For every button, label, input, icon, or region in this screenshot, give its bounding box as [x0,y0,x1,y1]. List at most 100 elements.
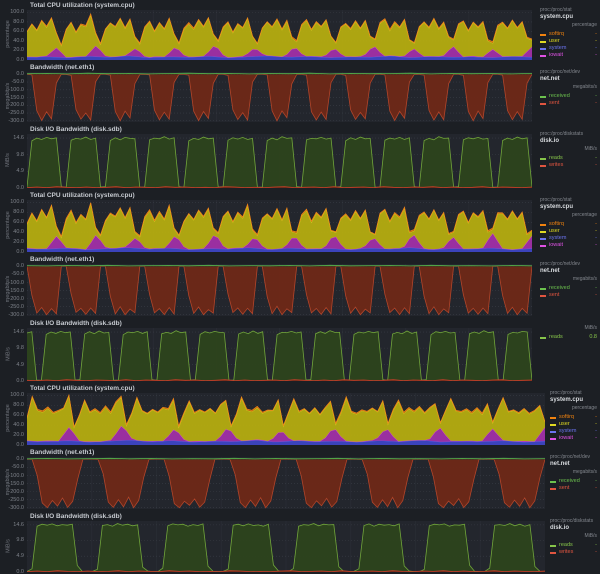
y-tick-label: -200.0 [8,102,24,109]
legend-plugin-label: proc:/proc/net/dev [540,261,581,267]
legend-item-reads[interactable]: reads 0.8 [540,334,597,341]
legend-item-softirq[interactable]: softirq - [540,221,597,228]
legend-plugin-label: proc:/proc/diskstats [540,131,584,137]
chart-title: Disk I/O Bandwidth (disk.sdb) [30,320,122,327]
y-tick-label: 40.0 [13,422,24,429]
chart-title: Bandwidth (net.eth1) [30,449,95,456]
legend-item-label: received [549,285,570,291]
chart-canvas-net-2[interactable] [27,264,532,316]
y-tick-label: -50.0 [11,464,24,471]
legend-item-iowait[interactable]: iowait - [540,242,597,249]
legend-item-user[interactable]: user - [540,228,597,235]
legend-swatch-icon [540,244,546,247]
legend-item-label: user [549,38,560,44]
y-tick-label: -150.0 [8,287,24,294]
legend-item-value: - [595,242,597,248]
y-tick-label: 9.8 [16,151,24,158]
chart-canvas-disk-1[interactable] [27,134,532,188]
legend-item-received[interactable]: received - [540,93,597,100]
legend-plugin-label: proc:/proc/net/dev [550,454,591,460]
y-tick-label: 14.6 [13,329,24,336]
legend-item-value: - [595,45,597,51]
chart-title: Disk I/O Bandwidth (disk.sdb) [30,126,122,133]
legend-item-iowait[interactable]: iowait - [540,52,597,59]
y-tick-label: -300.0 [8,117,24,124]
chart-legend: MiB/s reads 0.8 [540,325,597,341]
chart-panel-net-3: Bandwidth (net.eth1) megabits/s 0.0 -50.0 -1… [0,447,600,511]
legend-unit-label: MiB/s [584,533,598,539]
legend-item-value: 0.8 [589,334,597,340]
y-tick-label: -200.0 [8,295,24,302]
legend-item-received[interactable]: received - [540,285,597,292]
y-axis-unit-label: MiB/s [5,153,11,167]
legend-item-sent[interactable]: sent - [550,485,597,492]
y-tick-label: 0.0 [16,456,24,463]
legend-item-value: - [595,414,597,420]
chart-canvas-disk-2[interactable] [27,328,532,381]
legend-item-value: - [595,31,597,37]
legend-swatch-icon [540,336,546,339]
y-tick-label: 40.0 [13,229,24,236]
legend-context-label: system.cpu [540,204,574,210]
y-tick-label: -250.0 [8,303,24,310]
legend-context-label: disk.io [540,138,560,144]
legend-unit-label: megabits/s [572,84,597,90]
legend-swatch-icon [540,287,546,290]
legend-swatch-icon [550,437,556,440]
chart-canvas-net-1[interactable] [27,72,532,122]
chart-canvas-cpu-1[interactable] [27,10,532,60]
legend-item-label: softirq [549,221,564,227]
legend-item-sent[interactable]: sent - [540,292,597,299]
legend-item-value: - [595,100,597,106]
legend-item-writes[interactable]: writes - [540,162,597,169]
legend-swatch-icon [550,430,556,433]
legend-item-softirq[interactable]: softirq - [540,31,597,38]
chart-canvas-net-3[interactable] [27,457,545,509]
legend-item-label: reads [549,334,563,340]
chart-canvas-cpu-3[interactable] [27,393,545,445]
legend-plugin-label: proc:/proc/net/dev [540,69,581,75]
legend-item-label: sent [549,100,560,106]
legend-unit-label: MiB/s [584,146,598,152]
legend-item-label: received [559,478,580,484]
legend-item-value: - [595,235,597,241]
y-tick-label: 20.0 [13,432,24,439]
chart-canvas-disk-3[interactable] [27,521,545,572]
legend-item-received[interactable]: received - [550,478,597,485]
legend-item-label: reads [549,155,563,161]
legend-swatch-icon [540,157,546,160]
legend-item-reads[interactable]: reads - [550,542,597,549]
legend-context-label: net.net [540,268,560,274]
legend-swatch-icon [540,102,546,105]
legend-item-value: - [595,435,597,441]
legend-unit-label: megabits/s [572,276,597,282]
legend-swatch-icon [540,294,546,297]
y-tick-label: 80.0 [13,18,24,25]
legend-item-user[interactable]: user - [550,421,597,428]
legend-context-label: system.cpu [540,14,574,20]
legend-item-softirq[interactable]: softirq - [550,414,597,421]
legend-item-system[interactable]: system - [550,428,597,435]
legend-swatch-icon [540,230,546,233]
y-tick-label: -250.0 [8,496,24,503]
legend-item-value: - [595,478,597,484]
legend-swatch-icon [540,164,546,167]
legend-item-label: iowait [549,52,564,58]
y-tick-label: 0.0 [16,263,24,270]
legend-item-sent[interactable]: sent - [540,100,597,107]
chart-legend: proc:/proc/diskstats disk.io MiB/s reads - wr… [550,518,597,556]
legend-item-value: - [595,285,597,291]
legend-item-system[interactable]: system - [540,235,597,242]
chart-legend: proc:/proc/stat system.cpu percentage softi… [540,197,597,249]
legend-item-system[interactable]: system - [540,45,597,52]
legend-item-label: user [559,421,570,427]
y-tick-label: 14.6 [13,135,24,142]
legend-swatch-icon [550,544,556,547]
chart-canvas-cpu-2[interactable] [27,200,532,252]
legend-item-writes[interactable]: writes - [550,549,597,556]
legend-item-label: received [549,93,570,99]
legend-item-reads[interactable]: reads - [540,155,597,162]
legend-item-user[interactable]: user - [540,38,597,45]
legend-item-label: system [559,428,577,434]
legend-item-iowait[interactable]: iowait - [550,435,597,442]
